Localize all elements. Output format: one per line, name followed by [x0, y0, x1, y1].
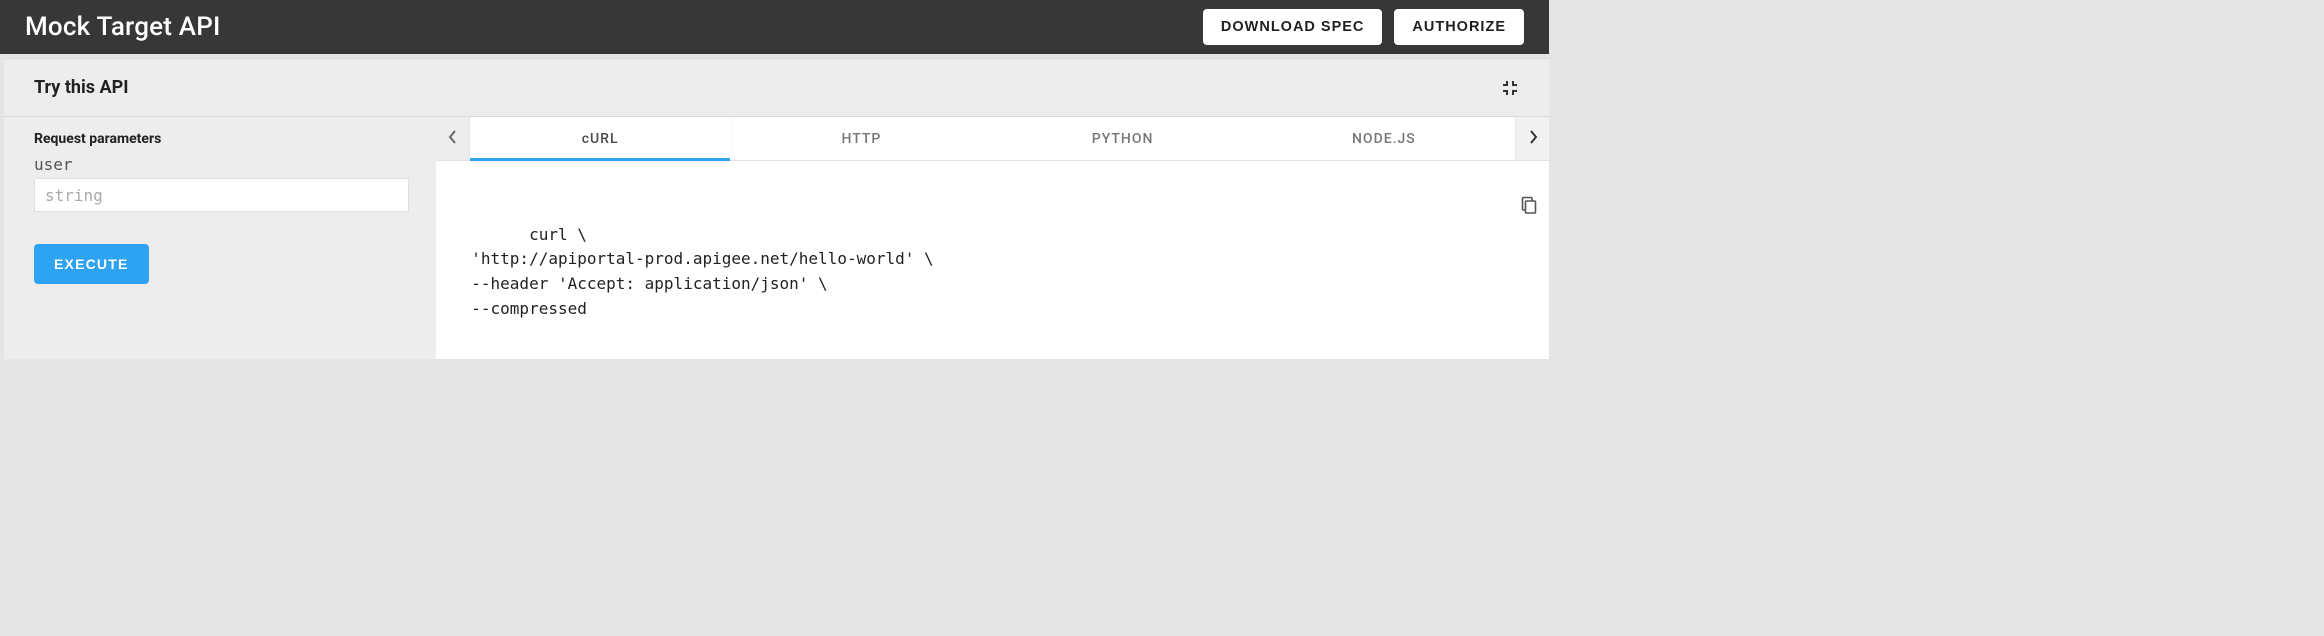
panel-body: Request parameters user EXECUTE cURL HTT… — [4, 117, 1549, 359]
request-params-label: Request parameters — [34, 131, 406, 147]
try-api-panel: Try this API Request parameters user EXE… — [4, 58, 1549, 359]
tab-http[interactable]: HTTP — [731, 117, 992, 160]
tab-label: cURL — [582, 131, 619, 147]
download-spec-button[interactable]: DOWNLOAD SPEC — [1203, 9, 1383, 45]
param-input-user[interactable] — [34, 178, 409, 212]
collapse-icon[interactable] — [1501, 79, 1519, 97]
panel-title: Try this API — [34, 77, 128, 98]
code-tabs: cURL HTTP PYTHON NODE.JS — [470, 117, 1515, 160]
chevron-right-icon — [1527, 128, 1539, 150]
panel-header: Try this API — [4, 59, 1549, 117]
param-name: user — [34, 155, 406, 174]
execute-button[interactable]: EXECUTE — [34, 244, 149, 284]
tab-label: NODE.JS — [1352, 131, 1416, 147]
tabs-row: cURL HTTP PYTHON NODE.JS — [436, 117, 1549, 161]
code-sample-column: cURL HTTP PYTHON NODE.JS — [436, 117, 1549, 359]
chevron-left-icon — [447, 128, 459, 150]
app-title: Mock Target API — [25, 12, 221, 42]
code-sample: curl \ 'http://apiportal-prod.apigee.net… — [436, 161, 1549, 359]
tab-curl[interactable]: cURL — [470, 117, 731, 160]
tabs-scroll-right-button[interactable] — [1515, 117, 1549, 160]
code-text: curl \ 'http://apiportal-prod.apigee.net… — [452, 225, 934, 318]
tabs-scroll-left-button[interactable] — [436, 117, 470, 160]
tab-python[interactable]: PYTHON — [993, 117, 1254, 160]
copy-icon[interactable] — [1425, 171, 1537, 246]
tab-label: HTTP — [841, 131, 881, 147]
authorize-button[interactable]: AUTHORIZE — [1394, 9, 1524, 45]
request-params-column: Request parameters user EXECUTE — [4, 117, 436, 359]
app-header: Mock Target API DOWNLOAD SPEC AUTHORIZE — [0, 0, 1549, 54]
header-buttons: DOWNLOAD SPEC AUTHORIZE — [1203, 9, 1524, 45]
tab-label: PYTHON — [1092, 131, 1154, 147]
tab-nodejs[interactable]: NODE.JS — [1254, 117, 1515, 160]
